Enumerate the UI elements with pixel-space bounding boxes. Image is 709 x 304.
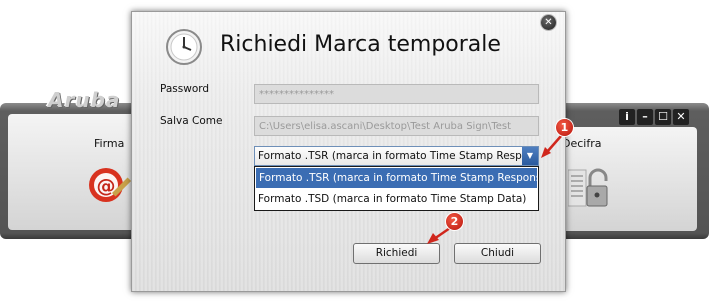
annotation-arrows xyxy=(427,135,562,244)
annotation-badge-2: 2 xyxy=(446,213,463,230)
annotation-badge-1: 1 xyxy=(556,119,573,136)
